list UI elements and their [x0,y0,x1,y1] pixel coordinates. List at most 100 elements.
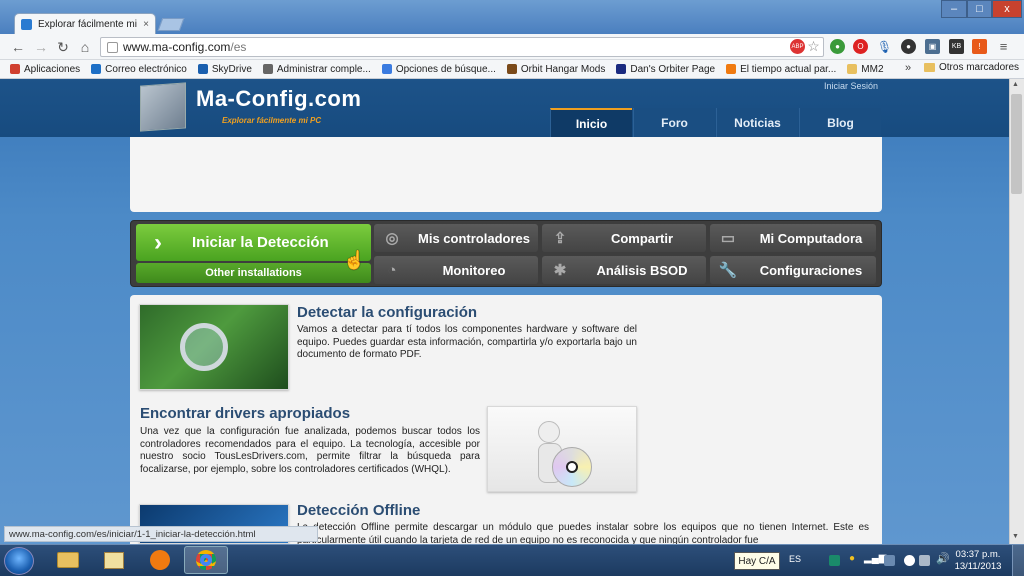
bookmark-label: Aplicaciones [24,63,81,75]
my-computer-label: Mi Computadora [759,230,863,246]
media-player-taskbar-icon[interactable] [138,546,182,574]
tray-network-icon[interactable] [884,555,895,566]
bookmark-item[interactable]: Correo electrónico [91,64,187,75]
bookmark-item[interactable]: Dan's Orbiter Page [616,64,715,75]
bookmark-item[interactable]: Opciones de búsque... [381,63,496,75]
nav-tab-noticias[interactable]: Noticias [716,108,798,137]
url-text[interactable]: www.ma-config.com/es [123,40,246,54]
other-installations-button[interactable]: Other installations [136,263,371,283]
compass-icon: ◎ [385,230,399,247]
maximize-button[interactable]: □ [967,0,992,18]
window-extension-icon[interactable]: ▣ [925,39,940,54]
bookmark-label: MM2 [861,63,884,75]
my-drivers-label: Mis controladores [418,230,530,246]
bookmark-label: Dan's Orbiter Page [630,63,716,75]
gauge-icon: ◔ [387,261,397,279]
clock-time: 03:37 p.m. [955,549,1001,560]
bookmark-label: Opciones de búsque... [395,63,496,75]
kb-extension-icon[interactable]: KB [949,39,964,54]
cd-disc-icon [552,447,592,487]
folder-icon [924,63,935,72]
language-indicator[interactable]: ES [789,554,801,564]
system-clock[interactable]: 03:37 p.m. 13/11/2013 [952,549,1004,573]
tray-app-icon[interactable] [829,555,840,566]
monitoring-button[interactable]: ◔ Monitoreo [374,256,538,284]
tray-chrome-icon[interactable] [904,555,915,566]
login-link[interactable]: Iniciar Sesión [824,81,878,91]
site-logo-icon[interactable] [140,82,186,132]
microphone-icon[interactable]: 🎙 [877,39,892,54]
nav-tab-blog[interactable]: Blog [799,108,881,137]
start-detection-button[interactable]: › Iniciar la Detección [136,224,371,261]
bug-icon: ✱ [553,262,567,279]
forward-arrow-icon[interactable]: → [31,37,51,57]
bookmark-item[interactable]: MM2 [847,63,884,75]
cd-figure-image [487,406,637,492]
show-desktop-button[interactable] [1012,545,1024,576]
dan-icon [616,64,627,74]
other-bookmarks[interactable]: Otros marcadores [924,62,1019,73]
adblock-icon[interactable]: ABP [790,39,805,54]
scrollbar-thumb[interactable] [1011,94,1022,194]
section-text-offline: La detección Offline permite descargar u… [297,522,869,544]
bookmark-label: Orbit Hangar Mods [520,63,606,75]
settings-button[interactable]: 🔧 Configuraciones [710,256,876,284]
folder-icon [847,64,858,74]
chrome-taskbar-icon[interactable] [184,546,228,574]
bsod-analysis-button[interactable]: ✱ Análisis BSOD [542,256,706,284]
explorer-taskbar-icon[interactable] [46,546,90,574]
section-text-drivers: Una vez que la configuración fue analiza… [140,426,480,475]
start-orb-icon[interactable] [4,547,34,575]
close-window-button[interactable]: x [992,0,1022,18]
scroll-up-icon[interactable]: ▲ [1012,81,1019,88]
volume-icon[interactable]: 🔊 [936,552,950,565]
opera-extension-icon[interactable]: O [853,39,868,54]
ad-area [130,137,882,212]
flag-extension-icon[interactable]: ! [972,39,987,54]
tab-close-icon[interactable]: × [143,19,149,30]
address-bar[interactable]: www.ma-config.com/es [100,37,824,57]
site-favicon-icon [21,19,32,30]
back-arrow-icon[interactable]: ← [8,37,28,57]
tray-flag-icon[interactable] [919,555,930,566]
outlook-icon [91,64,102,74]
puzzle-icon [262,64,273,74]
menu-icon[interactable]: ≡ [996,39,1011,54]
scroll-down-icon[interactable]: ▼ [1012,533,1019,540]
bookmark-item[interactable]: SkyDrive [197,64,252,75]
hand-cursor-icon: ☝ [343,250,366,270]
reload-icon[interactable]: ↻ [53,37,73,57]
share-button[interactable]: ⇪ Compartir [542,224,706,252]
new-tab-button[interactable] [157,18,185,31]
my-computer-button[interactable]: ▭ Mi Computadora [710,224,876,252]
bsod-analysis-label: Análisis BSOD [596,262,688,278]
status-bar-url: www.ma-config.com/es/iniciar/1-1_iniciar… [4,526,318,542]
bookmark-item[interactable]: El tiempo actual par... [726,64,836,75]
apps-icon [10,64,20,74]
site-title[interactable]: Ma-Config.com [196,86,361,112]
bookmark-label: Correo electrónico [105,63,187,75]
home-icon[interactable]: ⌂ [75,37,95,57]
section-title-detect[interactable]: Detectar la configuración [297,304,477,321]
nav-tab-foro[interactable]: Foro [633,108,715,137]
bookmark-item[interactable]: Aplicaciones [10,64,80,75]
skydrive-icon [197,64,208,74]
documents-taskbar-icon[interactable] [92,546,136,574]
my-drivers-button[interactable]: ◎ Mis controladores [374,224,538,252]
wrench-icon: 🔧 [718,262,738,279]
orbit-icon [506,64,517,74]
tab-title: Explorar fácilmente mi PC [38,19,137,30]
lock-extension-icon[interactable]: ● [901,39,916,54]
section-title-offline[interactable]: Detección Offline [297,502,420,519]
tray-sun-icon[interactable]: ● [849,553,855,564]
nav-tab-inicio[interactable]: Inicio [550,108,632,137]
section-title-drivers[interactable]: Encontrar drivers apropiados [140,405,350,422]
tab-active[interactable]: Explorar fácilmente mi PC × [14,13,156,35]
minimize-button[interactable]: – [941,0,967,18]
bookmarks-more-icon[interactable]: » [905,62,911,74]
bookmark-item[interactable]: Administrar comple... [262,64,371,75]
share-label: Compartir [610,230,674,246]
extension-green-icon[interactable]: ● [830,39,845,54]
star-icon[interactable]: ☆ [806,38,821,54]
bookmark-item[interactable]: Orbit Hangar Mods [506,63,606,75]
